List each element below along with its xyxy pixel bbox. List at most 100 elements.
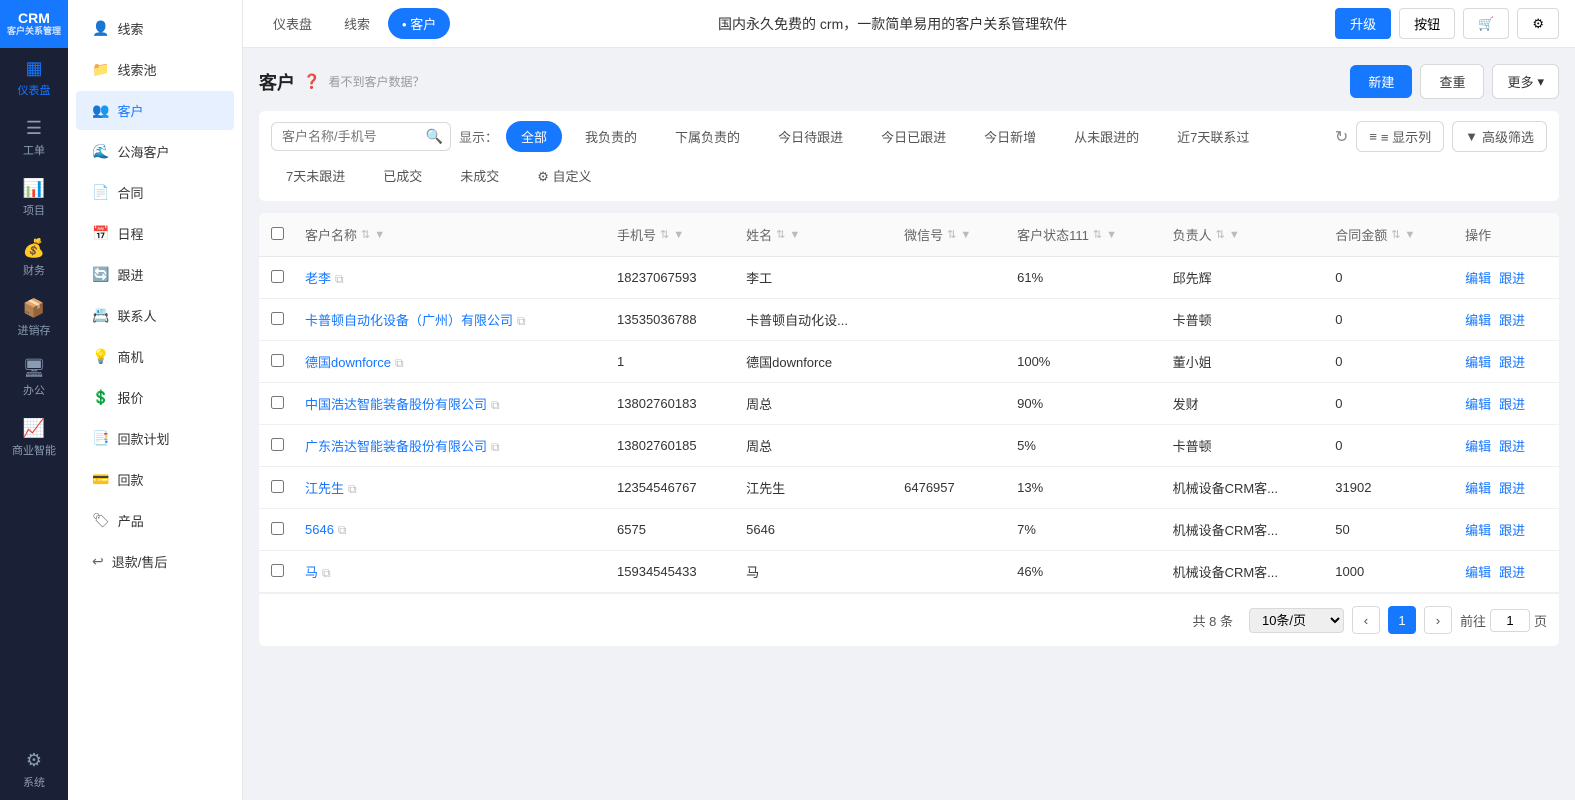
filter-tag-todaydone[interactable]: 今日已跟进 [866,121,961,152]
row-checkbox[interactable] [271,354,284,367]
row-name-cell[interactable]: 老李⧉ [295,257,607,299]
sidebar-item-leads[interactable]: 👤 线索 [76,9,234,48]
sort-amount-icon[interactable]: ⇅ [1391,228,1400,241]
sidebar-icon-system[interactable]: ⚙ 系统 [0,740,68,800]
sidebar-icon-inventory[interactable]: 📦 进销存 [0,288,68,348]
copy-icon[interactable]: ⧉ [335,272,344,286]
filter-tag-all[interactable]: 全部 [506,121,562,152]
sidebar-item-payment[interactable]: 💳 回款 [76,460,234,499]
tab-dashboard[interactable]: 仪表盘 [259,8,326,39]
filter-tag-notdone[interactable]: 未成交 [445,160,514,191]
sort-name-icon[interactable]: ⇅ [361,228,370,241]
row-checkbox[interactable] [271,312,284,325]
row-name-cell[interactable]: 江先生⧉ [295,467,607,509]
edit-link[interactable]: 编辑 [1465,562,1491,581]
sidebar-item-return[interactable]: ↩ 退款/售后 [76,542,234,581]
sort-status-icon[interactable]: ⇅ [1093,228,1102,241]
top-btn-1[interactable]: 升级 [1335,8,1391,39]
copy-icon[interactable]: ⧉ [322,566,331,580]
row-name-cell[interactable]: 卡普顿自动化设备（广州）有限公司⧉ [295,299,607,341]
row-checkbox[interactable] [271,480,284,493]
pagination-next[interactable]: › [1424,606,1452,634]
row-name-cell[interactable]: 德国downforce⧉ [295,341,607,383]
filter-name-icon[interactable]: ▼ [374,229,385,241]
row-checkbox[interactable] [271,396,284,409]
filter-contact-icon[interactable]: ▼ [789,229,800,241]
sidebar-item-sea[interactable]: 🌊 公海客户 [76,132,234,171]
sort-wechat-icon[interactable]: ⇅ [947,228,956,241]
pagination-page-1[interactable]: 1 [1388,606,1416,634]
row-checkbox[interactable] [271,564,284,577]
follow-link[interactable]: 跟进 [1499,436,1525,455]
top-btn-cart[interactable]: 🛒 [1463,8,1509,39]
edit-link[interactable]: 编辑 [1465,436,1491,455]
filter-tag-7days[interactable]: 7天未跟进 [271,160,360,191]
new-button[interactable]: 新建 [1350,65,1412,98]
row-checkbox[interactable] [271,438,284,451]
edit-link[interactable]: 编辑 [1465,520,1491,539]
copy-icon[interactable]: ⧉ [517,314,526,328]
edit-link[interactable]: 编辑 [1465,310,1491,329]
sort-phone-icon[interactable]: ⇅ [660,228,669,241]
per-page-select[interactable]: 10条/页 20条/页 50条/页 [1249,608,1344,633]
filter-phone-icon[interactable]: ▼ [673,229,684,241]
tab-customer[interactable]: • 客户 [388,8,450,39]
row-name-cell[interactable]: 中国浩达智能装备股份有限公司⧉ [295,383,607,425]
filter-tag-neverfollow[interactable]: 从未跟进的 [1059,121,1154,152]
tab-leads[interactable]: 线索 [330,8,384,39]
sidebar-item-refund[interactable]: 📑 回款计划 [76,419,234,458]
copy-icon[interactable]: ⧉ [491,440,500,454]
filter-wechat-icon[interactable]: ▼ [960,229,971,241]
follow-link[interactable]: 跟进 [1499,562,1525,581]
row-name-cell[interactable]: 马⧉ [295,551,607,593]
advanced-filter-button[interactable]: ▼ 高级筛选 [1452,121,1547,152]
filter-tag-done[interactable]: 已成交 [368,160,437,191]
refresh-button[interactable]: ↻ [1335,127,1348,147]
display-list-button[interactable]: ≡ ≡ 显示列 [1356,121,1444,152]
sidebar-item-contact[interactable]: 📇 联系人 [76,296,234,335]
follow-link[interactable]: 跟进 [1499,520,1525,539]
sidebar-item-contract[interactable]: 📄 合同 [76,173,234,212]
sidebar-item-leadspool[interactable]: 📁 线索池 [76,50,234,89]
pagination-prev[interactable]: ‹ [1352,606,1380,634]
sidebar-item-quote[interactable]: 💲 报价 [76,378,234,417]
select-all-checkbox[interactable] [271,227,284,240]
sidebar-icon-dashboard[interactable]: ▦ 仪表盘 [0,48,68,108]
follow-link[interactable]: 跟进 [1499,394,1525,413]
search-input[interactable] [271,122,451,151]
top-btn-settings[interactable]: ⚙ [1517,8,1559,39]
more-button[interactable]: 更多 ▾ [1492,64,1559,99]
sidebar-icon-office[interactable]: 🖥 办公 [0,348,68,408]
sidebar-icon-project[interactable]: 📊 项目 [0,168,68,228]
filter-tag-recent7[interactable]: 近7天联系过 [1162,121,1264,152]
sidebar-icon-bi[interactable]: 📈 商业智能 [0,408,68,468]
row-name-cell[interactable]: 广东浩达智能装备股份有限公司⧉ [295,425,607,467]
sort-owner-icon[interactable]: ⇅ [1216,228,1225,241]
goto-input[interactable] [1490,609,1530,632]
edit-link[interactable]: 编辑 [1465,268,1491,287]
follow-link[interactable]: 跟进 [1499,268,1525,287]
follow-link[interactable]: 跟进 [1499,478,1525,497]
row-checkbox[interactable] [271,270,284,283]
page-hint[interactable]: 看不到客户数据？ [328,73,424,90]
filter-tag-mine[interactable]: 我负责的 [570,121,652,152]
sidebar-icon-workorder[interactable]: ☰ 工单 [0,108,68,168]
filter-amount-icon[interactable]: ▼ [1405,229,1416,241]
sidebar-item-opportunity[interactable]: 💡 商机 [76,337,234,376]
filter-status-icon[interactable]: ▼ [1106,229,1117,241]
copy-icon[interactable]: ⧉ [338,523,347,537]
edit-link[interactable]: 编辑 [1465,352,1491,371]
reset-button[interactable]: 查重 [1420,64,1484,99]
row-name-cell[interactable]: 5646⧉ [295,509,607,551]
sort-contact-icon[interactable]: ⇅ [776,228,785,241]
sidebar-item-customer[interactable]: 👥 客户 [76,91,234,130]
edit-link[interactable]: 编辑 [1465,478,1491,497]
copy-icon[interactable]: ⧉ [395,356,404,370]
sidebar-item-followup[interactable]: 🔄 跟进 [76,255,234,294]
filter-owner-icon[interactable]: ▼ [1229,229,1240,241]
filter-tag-todaynew[interactable]: 今日新增 [969,121,1051,152]
sidebar-icon-finance[interactable]: 💰 财务 [0,228,68,288]
filter-tag-todaypending[interactable]: 今日待跟进 [763,121,858,152]
copy-icon[interactable]: ⧉ [491,398,500,412]
follow-link[interactable]: 跟进 [1499,310,1525,329]
